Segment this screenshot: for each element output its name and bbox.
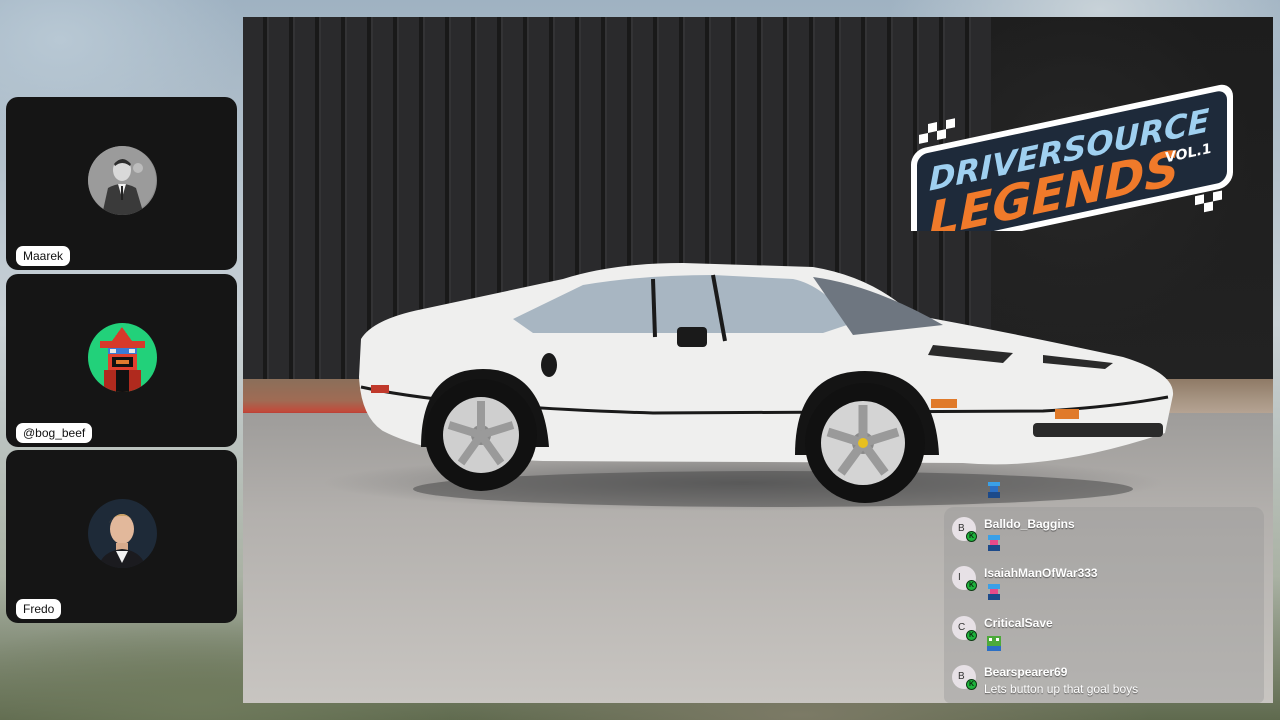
portrait-icon bbox=[87, 145, 157, 215]
participant-avatar bbox=[87, 498, 157, 568]
participant-name-tag: @bog_beef bbox=[16, 423, 93, 443]
kick-badge-icon: K bbox=[966, 679, 977, 690]
sports-car-image bbox=[359, 263, 1174, 507]
kick-badge-icon: K bbox=[966, 630, 977, 641]
chat-overlay: B K Balldo_Baggins I K IsaiahManOfWar333… bbox=[944, 507, 1264, 703]
participant-tile-bog-beef[interactable]: @bog_beef bbox=[6, 274, 237, 447]
emote-icon bbox=[988, 482, 1000, 498]
participant-tile-maarek[interactable]: Maarek bbox=[6, 97, 237, 270]
chat-message-text: Lets button up that goal boys bbox=[984, 682, 1139, 696]
participant-tile-fredo[interactable]: Fredo bbox=[6, 450, 237, 623]
chat-username[interactable]: CriticalSave bbox=[984, 616, 1053, 630]
blue-pixel-figure-emote-icon bbox=[988, 535, 1000, 551]
participant-avatar bbox=[87, 322, 157, 392]
kick-badge-icon: K bbox=[966, 531, 977, 542]
participant-name-tag: Maarek bbox=[16, 246, 71, 266]
kick-badge-icon: K bbox=[966, 580, 977, 591]
chat-username[interactable]: Bearspearer69 bbox=[984, 665, 1067, 679]
participant-avatar bbox=[87, 145, 157, 215]
chat-username[interactable]: IsaiahManOfWar333 bbox=[984, 566, 1098, 580]
portrait-icon bbox=[87, 498, 157, 568]
chat-username[interactable]: Balldo_Baggins bbox=[984, 517, 1075, 531]
participant-name-tag: Fredo bbox=[16, 599, 62, 619]
green-frog-emote-icon bbox=[987, 636, 1001, 651]
blue-pixel-figure-emote-icon bbox=[988, 584, 1000, 600]
pixel-wizard-icon bbox=[87, 322, 157, 392]
driversource-legends-logo: DRIVERSOURCE LEGENDS VOL.1 bbox=[911, 84, 1233, 231]
